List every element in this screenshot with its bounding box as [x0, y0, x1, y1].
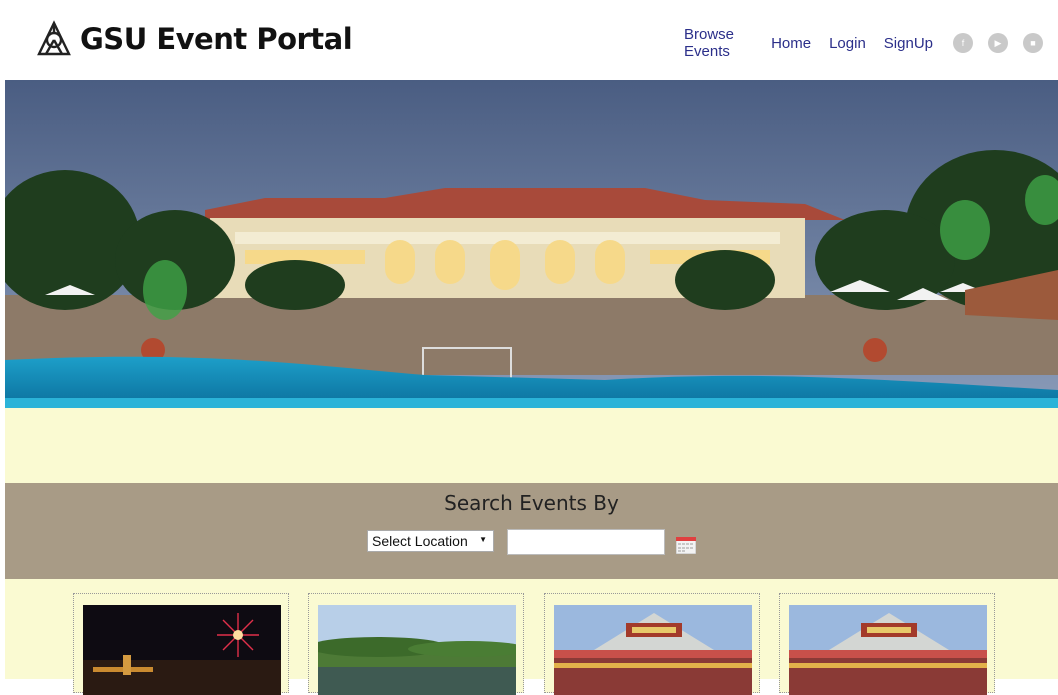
nav-home[interactable]: Home — [771, 35, 811, 52]
event-card-3[interactable] — [544, 593, 760, 695]
event-card-2[interactable] — [308, 593, 524, 695]
main-nav: Browse Events Home Login SignUp f ▶ ■ — [684, 26, 1058, 60]
facebook-icon[interactable]: f — [953, 33, 973, 53]
event-card-1[interactable] — [73, 593, 289, 695]
event-image-fireworks[interactable] — [83, 605, 281, 695]
logo[interactable]: GSU Event Portal — [36, 20, 353, 58]
event-cards — [5, 579, 1058, 695]
twitter-icon[interactable]: ▶ — [988, 33, 1008, 53]
nav-login[interactable]: Login — [829, 35, 866, 52]
site-title: GSU Event Portal — [80, 22, 353, 56]
location-select-value: Select Location — [372, 533, 468, 549]
search-title: Search Events By — [444, 491, 619, 515]
calendar-icon[interactable] — [676, 537, 696, 554]
event-image-tandoor[interactable] — [789, 605, 987, 695]
search-panel: Search Events By Select Location ▼ — [5, 483, 1058, 579]
nav-signup[interactable]: SignUp — [884, 35, 933, 52]
event-image-tandoor[interactable] — [554, 605, 752, 695]
event-card-4[interactable] — [779, 593, 995, 695]
event-image-lake[interactable] — [318, 605, 516, 695]
youtube-icon[interactable]: ■ — [1023, 33, 1043, 53]
spacer-band — [5, 408, 1058, 483]
hero-image — [5, 80, 1058, 408]
header: GSU Event Portal Browse Events Home Logi… — [0, 0, 1058, 80]
location-select[interactable]: Select Location ▼ — [367, 530, 494, 552]
social-links: f ▶ ■ — [953, 33, 1058, 53]
logo-icon — [37, 20, 71, 56]
nav-browse-events[interactable]: Browse Events — [684, 26, 748, 60]
dropdown-arrow-icon: ▼ — [479, 535, 487, 544]
date-input[interactable] — [507, 529, 665, 555]
